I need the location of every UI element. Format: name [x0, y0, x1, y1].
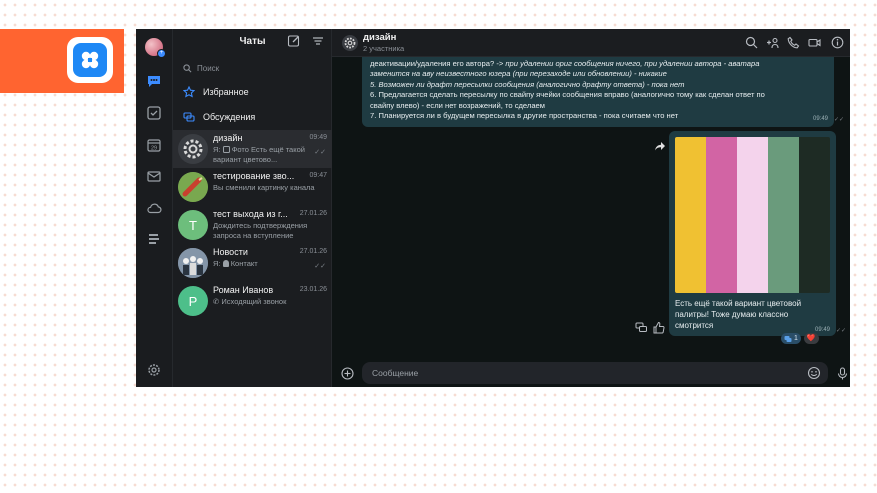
app-logo: [67, 37, 113, 83]
lists-icon[interactable]: [146, 231, 162, 247]
chat-list-item[interactable]: тестирование зво... 09:47 Вы сменили кар…: [173, 168, 332, 206]
chat-snippet: Дождитесь подтверждения запроса на вступ…: [213, 221, 308, 240]
read-check-icon: ✓✓: [314, 263, 326, 270]
chat-list-panel: Чаты Поиск Избранное Обсуждения дизайн 0…: [173, 29, 332, 387]
forward-icon[interactable]: [654, 140, 666, 152]
microphone-icon[interactable]: [837, 367, 848, 380]
phone-icon[interactable]: [787, 36, 800, 49]
chat-name: Роман Иванов: [213, 285, 274, 295]
message-actions: [635, 321, 665, 334]
chat-time: 09:49: [309, 134, 327, 141]
read-check-icon: ✓✓: [314, 149, 326, 156]
chat-list-item[interactable]: Т тест выхода из г... 27.01.26 Дождитесь…: [173, 206, 332, 244]
chat-snippet: Я: Фото Есть ещё такой вариант цветово..…: [213, 145, 305, 164]
chat-time: 27.01.26: [299, 210, 327, 217]
compose-icon[interactable]: [287, 34, 301, 48]
contact-icon: [222, 260, 229, 267]
discussions-item[interactable]: Обсуждения: [183, 109, 255, 125]
chat-avatar-gear: [178, 134, 208, 164]
cloud-icon[interactable]: [146, 200, 162, 216]
chat-time: 27.01.26: [299, 248, 327, 255]
conversation-title: дизайн: [363, 32, 397, 43]
messenger-window: + 29 Чаты Поиск Избранное Обсуждения диз…: [136, 29, 850, 387]
app-logo-icon: [73, 43, 107, 77]
chat-avatar-letter: Р: [178, 286, 208, 316]
chat-list-item[interactable]: дизайн 09:49 Я: Фото Есть ещё такой вари…: [173, 130, 332, 168]
read-check-icon: ✓✓: [833, 116, 844, 123]
filter-icon[interactable]: [311, 34, 325, 48]
chat-name: тестирование зво...: [213, 171, 295, 181]
video-call-icon[interactable]: [808, 36, 821, 49]
chat-gear-avatar[interactable]: [342, 35, 358, 51]
chat-list-item[interactable]: Новости 27.01.26 Я: Контакт ✓✓: [173, 244, 332, 282]
reactions-bar: 1 ❤️: [781, 333, 819, 344]
phone-outgoing-icon: ✆: [213, 297, 220, 306]
add-account-badge[interactable]: +: [157, 49, 166, 58]
palette-swatch: [799, 137, 830, 293]
mail-icon[interactable]: [146, 168, 162, 184]
palette-swatch: [706, 137, 737, 293]
palette-swatch: [768, 137, 799, 293]
search-placeholder: Поиск: [197, 63, 220, 73]
chat-avatar-image: [178, 172, 208, 202]
favorites-item[interactable]: Избранное: [183, 84, 249, 100]
chat-time: 23.01.26: [299, 286, 327, 293]
chat-list-title: Чаты: [239, 36, 266, 47]
settings-gear-icon[interactable]: [146, 362, 162, 378]
star-icon: [183, 86, 195, 98]
read-check-icon: ✓✓: [835, 328, 846, 334]
gear-icon: [183, 139, 203, 159]
chat-bubble-icon[interactable]: [146, 73, 162, 89]
chat-avatar-letter: Т: [178, 210, 208, 240]
search-input[interactable]: Поиск: [183, 60, 325, 76]
palette-swatch: [737, 137, 768, 293]
chat-name: дизайн: [213, 133, 243, 143]
chat-time: 09:47: [309, 172, 327, 179]
emoji-icon[interactable]: [807, 366, 821, 380]
message-input[interactable]: [372, 366, 792, 380]
discussion-icon[interactable]: [635, 321, 648, 334]
chat-name: тест выхода из г...: [213, 209, 288, 219]
reaction-chip[interactable]: 1: [781, 333, 801, 344]
conversation-header: дизайн 2 участника: [332, 29, 850, 57]
discussions-label: Обсуждения: [203, 112, 256, 122]
like-icon[interactable]: [652, 321, 665, 334]
image-caption: Есть ещё такой вариант цветовой палитры!…: [675, 299, 802, 330]
message-input-wrapper: [362, 362, 828, 384]
calendar-icon[interactable]: 29: [146, 137, 162, 153]
task-check-icon[interactable]: [146, 105, 162, 121]
discussion-icon: [784, 335, 792, 342]
chat-name: Новости: [213, 247, 248, 257]
nav-rail: + 29: [136, 29, 173, 387]
reaction-chip[interactable]: ❤️: [803, 333, 819, 344]
message-bubble[interactable]: деактивации/удаления его автора? -> при …: [362, 57, 844, 127]
chat-snippet: Я: Контакт: [213, 259, 258, 268]
avatar[interactable]: +: [145, 38, 166, 58]
palette-swatch: [675, 137, 706, 293]
add-member-icon[interactable]: [766, 36, 779, 49]
discussions-icon: [183, 112, 195, 122]
photo-icon: [222, 146, 230, 153]
chat-avatar-image: [178, 248, 208, 278]
favorites-label: Избранное: [203, 87, 249, 97]
attach-plus-icon[interactable]: [341, 367, 354, 380]
gear-icon: [344, 37, 356, 49]
chat-snippet: Вы сменили картинку канала: [213, 183, 315, 192]
chat-snippet: ✆ Исходящий звонок: [213, 297, 287, 306]
conversation-subtitle: 2 участника: [363, 44, 405, 53]
color-palette-image[interactable]: [675, 137, 830, 293]
info-icon[interactable]: [831, 36, 844, 49]
conversation-panel: дизайн 2 участника деактивации/удаления …: [332, 29, 850, 387]
message-composer: [332, 359, 850, 387]
search-icon[interactable]: [745, 36, 758, 49]
search-icon: [183, 63, 192, 72]
message-time: 09:49: [812, 115, 828, 122]
chat-list-item[interactable]: Р Роман Иванов 23.01.26 ✆ Исходящий звон…: [173, 282, 332, 320]
svg-text:29: 29: [151, 146, 157, 152]
image-message-bubble[interactable]: Есть ещё такой вариант цветовой палитры!…: [669, 131, 846, 336]
